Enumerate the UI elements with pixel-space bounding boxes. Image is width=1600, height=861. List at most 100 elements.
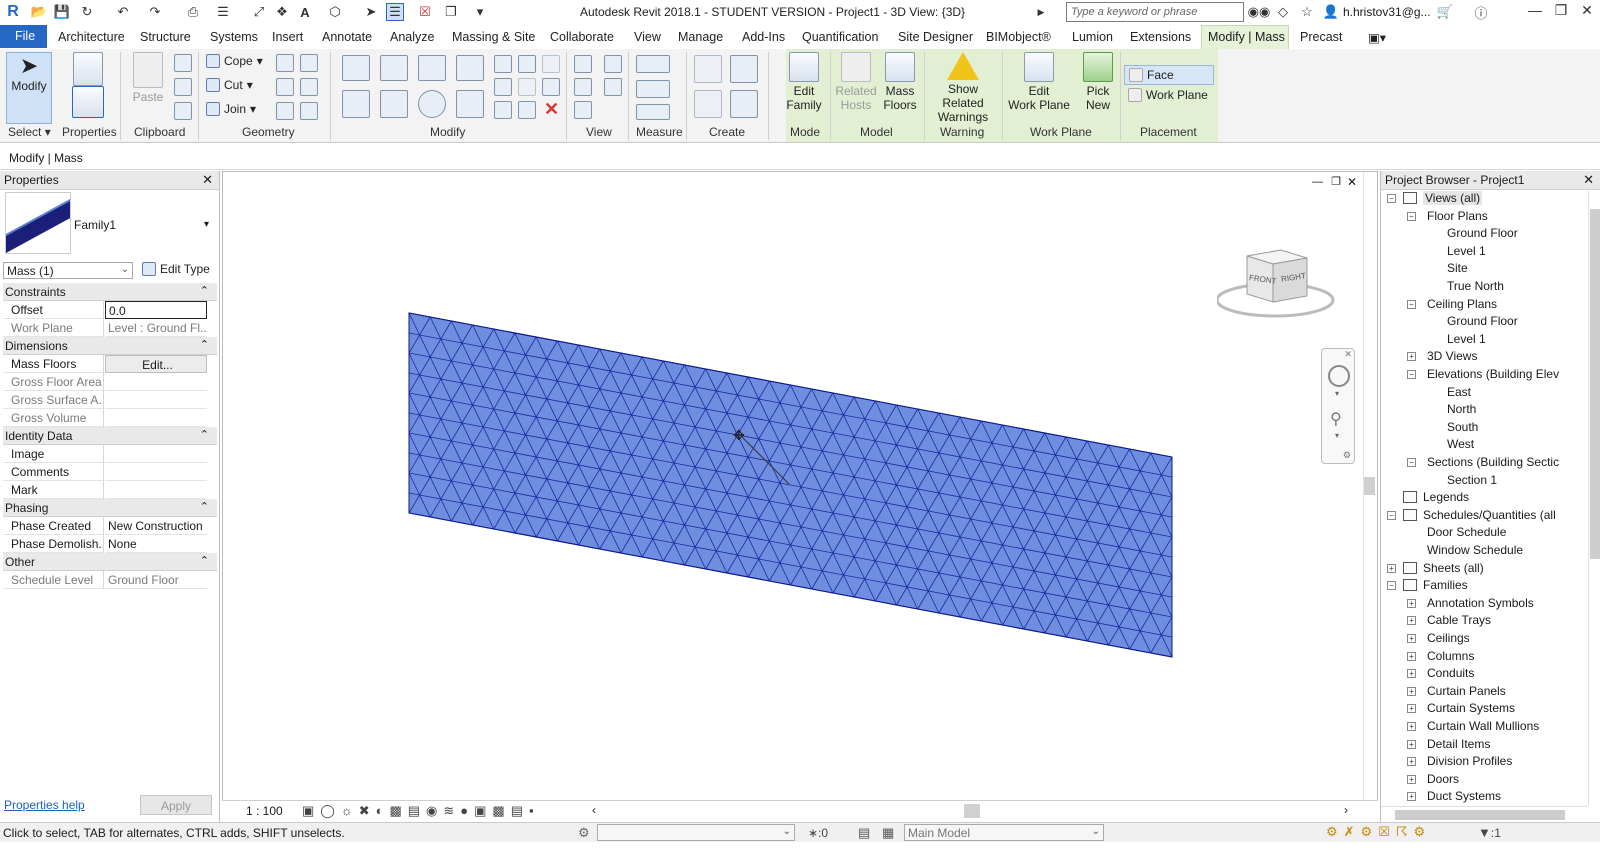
- expand-icon[interactable]: +: [1407, 774, 1416, 784]
- measure-between-icon[interactable]: [636, 55, 670, 73]
- expand-icon[interactable]: +: [1407, 686, 1416, 696]
- browser-schedule-item[interactable]: Window Schedule: [1427, 543, 1523, 557]
- browser-3d-views[interactable]: 3D Views: [1427, 349, 1477, 363]
- browser-family-item[interactable]: Division Profiles: [1427, 754, 1512, 768]
- close-icon[interactable]: ✕: [1583, 172, 1594, 188]
- user-name[interactable]: h.hristov31@g...: [1343, 5, 1431, 19]
- related-hosts-button[interactable]: Related Hosts: [834, 52, 878, 112]
- create-similar-icon[interactable]: [730, 90, 758, 118]
- align-icon[interactable]: [342, 55, 370, 81]
- group-dimensions[interactable]: Dimensions ⌃: [3, 337, 217, 355]
- mass-floors-button[interactable]: Mass Floors: [878, 52, 922, 112]
- browser-family-item[interactable]: Conduits: [1427, 666, 1474, 680]
- design-options-icon[interactable]: ▤: [858, 825, 870, 841]
- tab-collaborate[interactable]: Collaborate: [550, 30, 614, 44]
- tab-precast[interactable]: Precast: [1300, 30, 1342, 44]
- expand-icon[interactable]: +: [1387, 563, 1396, 573]
- binoculars-icon[interactable]: ◉◉: [1248, 3, 1271, 21]
- expand-icon[interactable]: +: [1407, 352, 1416, 362]
- tab-systems[interactable]: Systems: [210, 30, 258, 44]
- collapse-icon[interactable]: −: [1407, 211, 1416, 221]
- create-group-icon[interactable]: [694, 90, 722, 118]
- tab-architecture[interactable]: Architecture: [58, 30, 125, 44]
- nav-close-icon[interactable]: ✕: [1344, 349, 1352, 360]
- maximize-button[interactable]: ❐: [1550, 2, 1572, 22]
- browser-section-item[interactable]: Section 1: [1447, 473, 1497, 487]
- split-face-icon[interactable]: [276, 54, 294, 72]
- tab-insert[interactable]: Insert: [272, 30, 303, 44]
- linework-icon[interactable]: [574, 78, 592, 96]
- collapse-icon[interactable]: −: [1407, 458, 1416, 467]
- image-field[interactable]: [105, 445, 207, 463]
- properties-help-link[interactable]: Properties help: [4, 798, 85, 812]
- override-category-icon[interactable]: [604, 78, 622, 96]
- expand-arrow-icon[interactable]: ▶: [1032, 3, 1050, 21]
- delete-icon[interactable]: ✕: [544, 99, 559, 120]
- browser-schedules[interactable]: Schedules/Quantities (all: [1423, 508, 1556, 522]
- create-parts-icon[interactable]: [730, 55, 758, 83]
- expand-icon[interactable]: +: [1407, 598, 1416, 608]
- expand-icon[interactable]: +: [1407, 669, 1416, 679]
- demolish-icon[interactable]: [300, 78, 318, 96]
- tab-addins[interactable]: Add-Ins: [742, 30, 785, 44]
- favorites-star-icon[interactable]: ☆: [1298, 3, 1316, 21]
- browser-views-all[interactable]: Views (all): [1423, 191, 1483, 205]
- browser-schedule-item[interactable]: Door Schedule: [1427, 525, 1506, 539]
- tab-lumion[interactable]: Lumion: [1072, 30, 1113, 44]
- worksets-icon[interactable]: ⚙: [578, 825, 590, 841]
- save-icon[interactable]: 💾: [53, 3, 71, 21]
- browser-families[interactable]: Families: [1423, 578, 1468, 592]
- revit-logo-icon[interactable]: R: [4, 3, 22, 21]
- phase-demolished-field[interactable]: None: [105, 535, 207, 553]
- aligned-dimension-icon[interactable]: [636, 104, 670, 120]
- selection-settings-icons[interactable]: ⚙✗⚙☒☈⚙: [1326, 824, 1431, 840]
- browser-sections[interactable]: Sections (Building Sectic: [1427, 455, 1559, 469]
- copy-icon[interactable]: [380, 90, 408, 118]
- browser-family-item[interactable]: Columns: [1427, 649, 1474, 663]
- horizontal-scroll-thumb[interactable]: [964, 804, 980, 818]
- match-type-icon[interactable]: [174, 102, 192, 120]
- tab-structure[interactable]: Structure: [140, 30, 191, 44]
- paint-icon[interactable]: [300, 54, 318, 72]
- phase-created-field[interactable]: New Construction: [105, 517, 207, 535]
- cut-button[interactable]: Cut ▾: [206, 78, 253, 92]
- browser-family-item[interactable]: Detail Items: [1427, 737, 1490, 751]
- customize-toolbar-icon[interactable]: ▾: [471, 3, 489, 21]
- edit-work-plane-button[interactable]: Edit Work Plane: [1006, 52, 1072, 112]
- tab-manage[interactable]: Manage: [678, 30, 723, 44]
- view-scale[interactable]: 1 : 100: [246, 804, 283, 818]
- scroll-right-icon[interactable]: ›: [1344, 803, 1348, 817]
- paste-button[interactable]: Paste: [128, 52, 168, 104]
- measure-icon[interactable]: ☰: [214, 3, 232, 21]
- measure-along-icon[interactable]: [636, 80, 670, 98]
- thin-lines-icon[interactable]: ☰: [386, 3, 404, 21]
- group-constraints[interactable]: Constraints ⌃: [3, 283, 217, 301]
- remove-paint-icon[interactable]: [300, 102, 318, 120]
- redo-icon[interactable]: ↷: [146, 3, 164, 21]
- user-icon[interactable]: 👤: [1322, 3, 1340, 21]
- panel-select[interactable]: Select ▾: [8, 125, 51, 139]
- text-icon[interactable]: A: [296, 3, 314, 21]
- trim-extend-icon[interactable]: [456, 90, 484, 118]
- tab-massing-site[interactable]: Massing & Site: [452, 30, 535, 44]
- zoom-dropdown-icon[interactable]: ▾: [1335, 431, 1339, 440]
- dimension-icon[interactable]: ⤢: [250, 3, 268, 21]
- browser-scrollbar[interactable]: [1588, 191, 1600, 806]
- browser-ceiling-plans[interactable]: Ceiling Plans: [1427, 297, 1497, 311]
- hide-element-icon[interactable]: [604, 55, 622, 73]
- zoom-icon[interactable]: ⚲: [1330, 409, 1342, 429]
- search-input[interactable]: Type a keyword or phrase: [1066, 2, 1244, 22]
- browser-floor-plans[interactable]: Floor Plans: [1427, 209, 1488, 223]
- create-assembly-icon[interactable]: [694, 55, 722, 83]
- pin-icon[interactable]: [542, 78, 560, 96]
- rotate-icon[interactable]: [418, 90, 446, 118]
- modify-button[interactable]: ➤ Modify: [6, 52, 52, 124]
- 3d-view-canvas[interactable]: — ❐ ✕ ✥ FRONT RIGHT ✕ ▾ ⚲ ▾ ⚙: [222, 171, 1378, 823]
- view-control-icons[interactable]: ▣◯☼✖◐▩▤◉≋●▣▩▤▪: [302, 803, 540, 819]
- browser-elevations[interactable]: Elevations (Building Elev: [1427, 367, 1559, 381]
- tab-annotate[interactable]: Annotate: [322, 30, 372, 44]
- filter-icon[interactable]: ▼:1: [1478, 825, 1501, 840]
- instance-filter-select[interactable]: Mass (1) ⌄: [3, 262, 133, 279]
- browser-h-scrollbar[interactable]: [1381, 806, 1587, 822]
- minimize-button[interactable]: —: [1524, 2, 1546, 22]
